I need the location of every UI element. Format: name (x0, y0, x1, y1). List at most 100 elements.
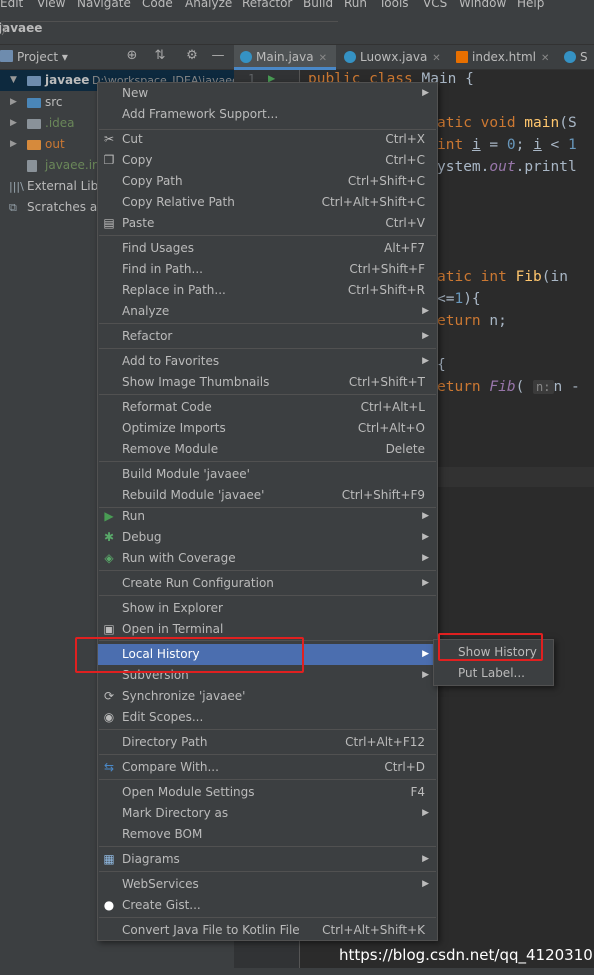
menu-item-mark-directory-as[interactable]: Mark Directory as ▶ (98, 803, 437, 824)
module-folder-icon (27, 76, 41, 86)
code-line: int i = 0; i < 1 (437, 137, 577, 153)
tab-main-java[interactable]: Main.java ✕ (234, 45, 336, 70)
annotation-box-local-history (75, 637, 304, 673)
menu-item-add-framework-support[interactable]: Add Framework Support... (98, 104, 437, 125)
menu-item-analyze[interactable]: Analyze ▶ (98, 301, 437, 322)
folder-icon (27, 119, 41, 129)
diagram-icon: ▦ (103, 852, 115, 866)
menu-item-remove-bom[interactable]: Remove BOM (98, 824, 437, 845)
coverage-icon: ◈ (104, 551, 114, 565)
menu-code[interactable]: Code (142, 0, 173, 10)
menu-item-create-gist[interactable]: ● Create Gist... (98, 895, 437, 916)
close-icon[interactable]: ✕ (541, 53, 549, 64)
menu-run[interactable]: Run (344, 0, 367, 10)
breadcrumb[interactable]: javaee 〉 (0, 21, 338, 37)
expand-arrow-icon[interactable]: ▼ (10, 70, 20, 91)
menu-item-compare-with[interactable]: ⇆ Compare With... Ctrl+D (98, 757, 437, 778)
status-bar (0, 968, 594, 975)
submenu-arrow-icon: ▶ (422, 670, 429, 680)
collapse-all-icon[interactable]: ⇅ (152, 48, 168, 64)
menu-item-paste[interactable]: ▤ Paste Ctrl+V (98, 213, 437, 234)
menu-item-create-run-configuration[interactable]: Create Run Configuration ▶ (98, 573, 437, 594)
menu-item-copy[interactable]: ❐ Copy Ctrl+C (98, 150, 437, 171)
menu-item-debug[interactable]: ✱ Debug ▶ (98, 527, 437, 548)
menu-navigate[interactable]: Navigate (77, 0, 131, 10)
collapse-arrow-icon[interactable]: ▶ (10, 113, 20, 134)
scissors-icon: ✂ (103, 132, 115, 146)
menu-item-reformat-code[interactable]: Reformat Code Ctrl+Alt+L (98, 397, 437, 418)
menu-item-show-image-thumbnails[interactable]: Show Image Thumbnails Ctrl+Shift+T (98, 372, 437, 393)
tab-luowx-java[interactable]: Luowx.java ✕ (338, 45, 448, 70)
menu-separator (99, 394, 436, 395)
submenu-arrow-icon: ▶ (422, 553, 429, 563)
menu-item-copy-relative-path[interactable]: Copy Relative Path Ctrl+Alt+Shift+C (98, 192, 437, 213)
menu-item-cut[interactable]: ✂ Cut Ctrl+X (98, 129, 437, 150)
menu-item-synchronize[interactable]: ⟳ Synchronize 'javaee' (98, 686, 437, 707)
menu-view[interactable]: View (37, 0, 65, 10)
menu-item-convert-to-kotlin[interactable]: Convert Java File to Kotlin File Ctrl+Alt… (98, 920, 437, 941)
menu-refactor[interactable]: Refactor (242, 0, 292, 10)
menu-window[interactable]: Window (459, 0, 506, 10)
menu-item-find-usages[interactable]: Find Usages Alt+F7 (98, 238, 437, 259)
parameter-hint: n: (533, 380, 554, 394)
close-icon[interactable]: ✕ (432, 53, 440, 64)
submenu-arrow-icon: ▶ (422, 879, 429, 889)
breadcrumb-separator-icon: 〉 (1, 21, 338, 37)
menu-tools[interactable]: Tools (379, 0, 409, 10)
menu-item-optimize-imports[interactable]: Optimize Imports Ctrl+Alt+O (98, 418, 437, 439)
submenu-arrow-icon: ▶ (422, 854, 429, 864)
scope-icon: ◉ (103, 710, 115, 724)
gear-icon[interactable]: ⚙ (184, 48, 200, 64)
tab-label: index.html (472, 50, 536, 64)
menu-edit[interactable]: Edit (0, 0, 23, 10)
project-view-selector[interactable]: Project ▾ (17, 50, 68, 64)
menu-help[interactable]: Help (517, 0, 544, 10)
menu-item-remove-module[interactable]: Remove Module Delete (98, 439, 437, 460)
submenu-arrow-icon: ▶ (422, 331, 429, 341)
menu-item-new[interactable]: New ▶ (98, 83, 437, 104)
menu-separator (99, 871, 436, 872)
menu-item-refactor[interactable]: Refactor ▶ (98, 326, 437, 347)
menu-item-replace-in-path[interactable]: Replace in Path... Ctrl+Shift+R (98, 280, 437, 301)
html-file-icon (456, 51, 468, 63)
menu-item-show-in-explorer[interactable]: Show in Explorer (98, 598, 437, 619)
code-line: atic void main(S (437, 115, 577, 131)
tab-index-html[interactable]: index.html ✕ (450, 45, 556, 70)
menu-item-edit-scopes[interactable]: ◉ Edit Scopes... (98, 707, 437, 728)
library-icon: |||\ (9, 180, 24, 193)
debug-icon: ✱ (103, 530, 115, 544)
source-folder-icon (27, 98, 41, 108)
minimize-icon[interactable]: — (210, 48, 226, 64)
menu-analyze[interactable]: Analyze (185, 0, 232, 10)
java-class-icon (344, 51, 356, 63)
menu-item-open-module-settings[interactable]: Open Module Settings F4 (98, 782, 437, 803)
menu-item-directory-path[interactable]: Directory Path Ctrl+Alt+F12 (98, 732, 437, 753)
scratches-icon: ⧉ (9, 201, 17, 214)
collapse-arrow-icon[interactable]: ▶ (10, 92, 20, 113)
locate-icon[interactable]: ⊕ (124, 48, 140, 64)
menu-item-build-module[interactable]: Build Module 'javaee' (98, 464, 437, 485)
menu-item-find-in-path[interactable]: Find in Path... Ctrl+Shift+F (98, 259, 437, 280)
menu-item-diagrams[interactable]: ▦ Diagrams ▶ (98, 849, 437, 870)
terminal-icon: ▣ (103, 622, 115, 636)
menu-item-run[interactable]: ▶ Run ▶ (98, 506, 437, 527)
submenu-arrow-icon: ▶ (422, 808, 429, 818)
menu-item-run-with-coverage[interactable]: ◈ Run with Coverage ▶ (98, 548, 437, 569)
submenu-arrow-icon: ▶ (422, 511, 429, 521)
menu-vcs[interactable]: VCS (423, 0, 447, 10)
menu-item-add-to-favorites[interactable]: Add to Favorites ▶ (98, 351, 437, 372)
menu-item-rebuild-module[interactable]: Rebuild Module 'javaee' Ctrl+Shift+F9 (98, 485, 437, 506)
menu-item-put-label[interactable]: Put Label... (434, 663, 553, 684)
menu-build[interactable]: Build (303, 0, 333, 10)
menu-separator (99, 461, 436, 462)
close-icon[interactable]: ✕ (319, 53, 327, 64)
menu-item-webservices[interactable]: WebServices ▶ (98, 874, 437, 895)
tab-overflow[interactable]: S (558, 45, 594, 70)
code-line: atic int Fib(in (437, 269, 568, 285)
collapse-arrow-icon[interactable]: ▶ (10, 134, 20, 155)
copy-icon: ❐ (103, 153, 115, 167)
code-line: eturn n; (437, 313, 507, 329)
menu-separator (99, 754, 436, 755)
menu-item-copy-path[interactable]: Copy Path Ctrl+Shift+C (98, 171, 437, 192)
editor-tabs: Main.java ✕ Luowx.java ✕ index.html ✕ S (234, 45, 594, 70)
